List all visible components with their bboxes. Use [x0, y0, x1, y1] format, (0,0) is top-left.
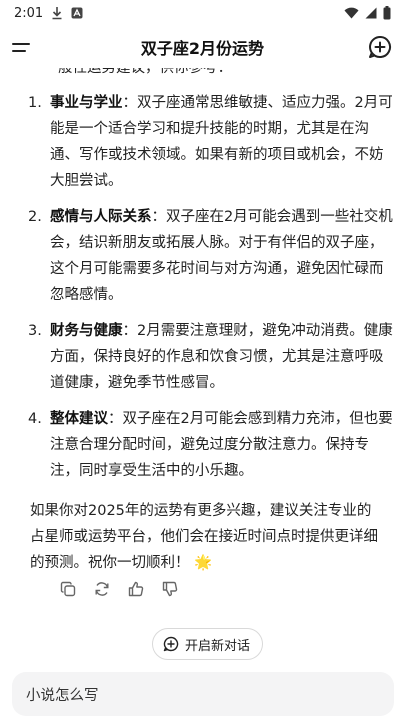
- page-title: 双子座2月份运势: [140, 39, 265, 58]
- message-input-text: 小说怎么写: [26, 687, 99, 704]
- menu-icon-line: [12, 42, 30, 45]
- battery-icon: [383, 6, 391, 20]
- refresh-icon: [95, 582, 109, 596]
- closing-paragraph: 如果你对2025年的运势有更多兴趣，建议关注专业的占星师或运势平台，他们会在接近…: [30, 498, 382, 576]
- dislike-button[interactable]: [160, 579, 180, 599]
- new-chat-icon[interactable]: [367, 34, 393, 60]
- new-conversation-button[interactable]: 开启新对话: [152, 628, 264, 660]
- download-icon: [52, 7, 62, 20]
- item-heading: 感情与人际关系: [50, 209, 152, 225]
- item-heading: 事业与学业: [50, 95, 123, 111]
- list-item: 4. 整体建议：双子座在2月可能会感到精力充沛，但也要注意合理分配时间，避免过度…: [28, 406, 395, 484]
- advice-list: 1. 事业与学业：双子座通常思维敏捷、适应力强。2月可能是一个适合学习和提升技能…: [28, 90, 395, 494]
- signal-icon: [365, 7, 377, 19]
- status-bar: 2:01: [0, 0, 405, 26]
- message-actions: [58, 579, 180, 599]
- like-button[interactable]: [126, 579, 146, 599]
- new-conversation-label: 开启新对话: [185, 638, 251, 654]
- item-heading: 整体建议: [50, 411, 108, 427]
- list-item: 1. 事业与学业：双子座通常思维敏捷、适应力强。2月可能是一个适合学习和提升技能…: [28, 90, 395, 194]
- list-number: 2.: [28, 209, 42, 225]
- menu-icon-line: [12, 49, 26, 52]
- app-notification-icon: [71, 7, 83, 19]
- list-number: 3.: [28, 323, 42, 339]
- regenerate-button[interactable]: [92, 579, 112, 599]
- item-heading: 财务与健康: [50, 323, 123, 339]
- list-number: 4.: [28, 411, 42, 427]
- star-emoji: 🌟: [194, 555, 213, 571]
- menu-button[interactable]: [12, 35, 36, 59]
- wifi-icon: [344, 7, 359, 19]
- list-number: 1.: [28, 95, 42, 111]
- thumbs-up-icon: [128, 581, 144, 597]
- thumbs-down-icon: [162, 581, 178, 597]
- list-item: 3. 财务与健康：2月需要注意理财，避免冲动消费。健康方面，保持良好的作息和饮食…: [28, 318, 395, 396]
- copy-button[interactable]: [58, 579, 78, 599]
- new-chat-icon: [163, 636, 179, 652]
- chat-content[interactable]: 般性运势建议，供你参考： 1. 事业与学业：双子座通常思维敏捷、适应力强。2月可…: [0, 68, 405, 613]
- copy-icon: [60, 581, 76, 597]
- message-input[interactable]: 小说怎么写: [12, 672, 394, 716]
- partial-text-line: 般性运势建议，供你参考：: [58, 68, 232, 76]
- top-bar: 双子座2月份运势: [0, 26, 405, 68]
- status-time: 2:01: [14, 5, 44, 21]
- list-item: 2. 感情与人际关系：双子座在2月可能会遇到一些社交机会，结识新朋友或拓展人脉。…: [28, 204, 395, 308]
